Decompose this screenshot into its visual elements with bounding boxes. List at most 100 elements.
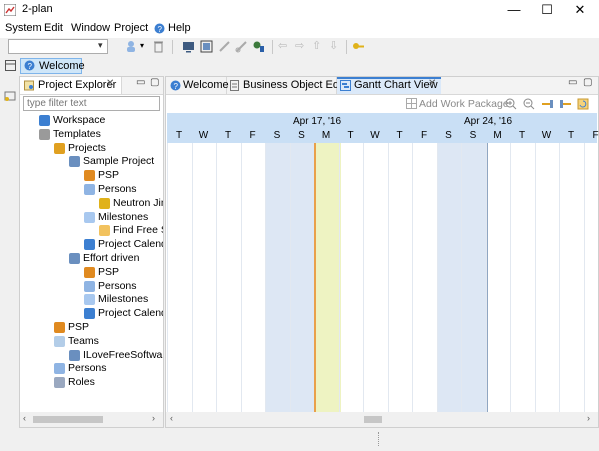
tree-item-label: Effort driven [83,252,140,264]
tree-item[interactable]: Neutron Jim [99,197,163,210]
monitor-icon[interactable] [182,40,195,53]
add-work-package-icon[interactable] [406,98,417,109]
tree-item[interactable]: Workspace [39,114,163,127]
minimize-view-icon[interactable]: ▭ [568,77,577,88]
filter-input[interactable] [23,96,160,111]
tree-item[interactable]: Project Calenda [84,307,163,320]
person-icon [99,197,110,209]
maximize-button[interactable]: ☐ [530,0,564,20]
tree-item[interactable]: Projects [54,142,163,155]
tree-item-label: Persons [68,362,107,375]
maximize-view-icon[interactable]: ▢ [583,77,592,88]
person-toolbar-icon[interactable] [125,40,138,53]
tree-item[interactable]: Roles [54,376,163,389]
svg-text:?: ? [28,62,33,71]
tree-item[interactable]: PSP [54,321,163,334]
tree-item[interactable]: ILoveFreeSoftware. [69,349,163,362]
delete-icon[interactable] [152,40,165,53]
refresh-icon[interactable] [577,98,589,110]
scroll-right-icon[interactable]: › [587,413,590,423]
resource-icon[interactable] [252,40,265,53]
tree-item[interactable]: Milestones [84,293,163,306]
week-label: Apr 17, '16 [293,116,342,127]
gantt-chart-area[interactable] [167,143,597,412]
key-icon[interactable] [352,40,365,53]
tree-item[interactable]: Milestones [84,211,163,224]
tree-item[interactable]: Persons [84,183,163,196]
editor-icon [230,80,239,91]
projects-icon [54,142,65,154]
day-column [338,143,365,412]
zoom-in-icon[interactable] [505,98,517,110]
chevron-down-icon[interactable]: ▾ [98,40,103,51]
tree-item[interactable]: Persons [84,280,163,293]
day-label: F [249,130,256,141]
toolbar-separator [272,40,273,54]
tree-item-label: Milestones [98,293,149,306]
gantt-hscroll-thumb[interactable] [364,416,382,423]
arrow-down-icon[interactable]: ⇩ [329,39,338,52]
explorer-hscroll-thumb[interactable] [33,416,103,423]
tree-item[interactable]: Teams [54,335,163,348]
frame-icon[interactable] [200,40,213,53]
maximize-view-icon[interactable]: ▢ [150,77,159,88]
pencil-icon[interactable] [218,40,231,53]
tree-item-label: Teams [68,334,99,347]
arrow-left-icon[interactable]: ⇦ [278,39,287,52]
add-work-package-button[interactable]: Add Work Package [419,98,509,110]
templates-icon [39,128,50,140]
gantt-hscrollbar[interactable] [166,412,598,427]
scroll-to-start-icon[interactable] [541,98,554,110]
arrow-right-icon[interactable]: ⇨ [295,39,304,52]
sash-grip[interactable] [378,432,382,446]
minimize-view-icon[interactable]: ▭ [136,77,145,88]
menu-help[interactable]: Help [168,22,191,34]
tree-item[interactable]: Templates [39,128,163,141]
tree-item[interactable]: Project Calenda [84,238,163,251]
menu-window[interactable]: Window [71,22,110,34]
minimize-button[interactable]: — [497,0,531,20]
menu-edit[interactable]: Edit [44,22,63,34]
persons-icon [84,280,95,292]
day-column [289,143,316,412]
side-restore-icon[interactable] [4,90,16,102]
week-label: Apr 24, '16 [464,116,513,127]
menu-system[interactable]: System [5,22,42,34]
arrow-up-icon[interactable]: ⇧ [312,39,321,52]
tree-item[interactable]: PSP [84,266,163,279]
chevron-down-icon[interactable]: ▾ [140,41,144,50]
scroll-right-icon[interactable]: › [152,413,155,423]
scroll-left-icon[interactable]: ‹ [170,413,173,423]
tree-item-label: ILoveFreeSoftware. [83,348,163,361]
tree-item[interactable]: Effort driven [69,252,163,265]
menu-project[interactable]: Project [114,22,148,34]
day-column [363,143,389,412]
tree-item[interactable]: Persons [54,362,163,375]
scroll-to-end-icon[interactable] [559,98,572,110]
day-column [191,143,218,412]
open-perspective-icon[interactable] [5,60,16,71]
zoom-out-icon[interactable] [523,98,535,110]
tree-item[interactable]: PSP [84,169,163,182]
day-column [265,143,291,412]
day-column [436,143,462,412]
link-icon[interactable] [235,40,248,53]
close-icon[interactable]: ✕ [106,78,114,89]
milestones-icon [84,211,95,223]
tree-item[interactable]: Sample Project [69,155,163,168]
close-button[interactable]: ✕ [563,0,597,20]
day-label: M [493,130,502,141]
day-label: S [469,130,477,141]
day-column [314,143,341,412]
scroll-left-icon[interactable]: ‹ [23,413,26,423]
close-icon[interactable]: ✕ [428,78,436,89]
project-combo[interactable] [8,39,108,54]
day-column [167,143,193,412]
psp-icon [84,266,95,278]
team-icon [69,349,80,361]
tree-item-label: PSP [68,321,90,333]
tab-gantt-chart-view-label: Gantt Chart View [354,79,438,91]
explorer-tab-label: Project Explorer [38,79,117,91]
roles-icon [54,377,65,389]
tree-item[interactable]: Find Free Sc [99,224,163,237]
